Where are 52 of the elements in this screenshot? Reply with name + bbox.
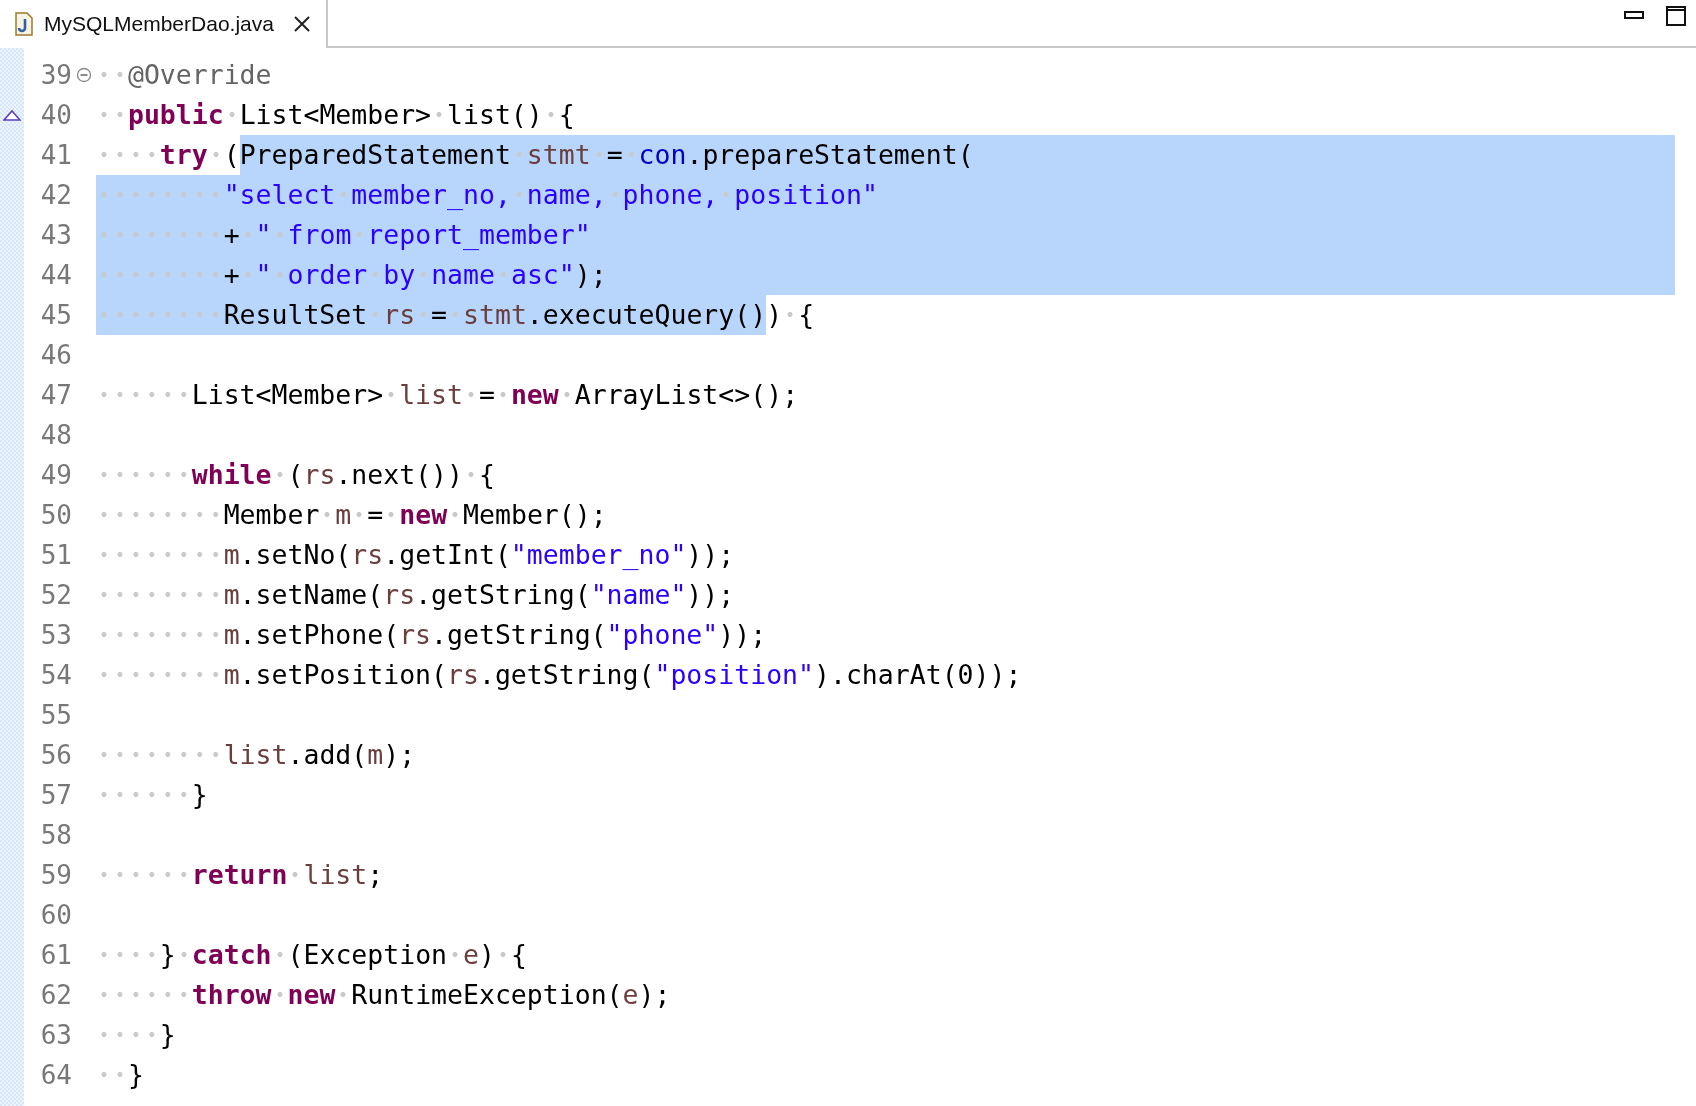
code-line: Member m = new Member(); bbox=[96, 495, 1675, 535]
code-line: @Override bbox=[96, 55, 1675, 95]
code-line: + " order by name asc"); bbox=[96, 255, 1675, 295]
line-number: 39 bbox=[39, 60, 72, 90]
code-line: m.setNo(rs.getInt("member_no")); bbox=[96, 535, 1675, 575]
code-line: return list; bbox=[96, 855, 1675, 895]
code-line: + " from report_member" bbox=[96, 215, 1675, 255]
code-line: } bbox=[96, 1015, 1675, 1055]
line-number: 55 bbox=[39, 700, 72, 730]
line-number: 61 bbox=[39, 940, 72, 970]
line-number: 47 bbox=[39, 380, 72, 410]
line-number: 40 bbox=[39, 100, 72, 130]
code-line: } bbox=[96, 1055, 1675, 1095]
code-line: List<Member> list = new ArrayList<>(); bbox=[96, 375, 1675, 415]
line-number: 46 bbox=[39, 340, 72, 370]
code-line: try (PreparedStatement stmt = con.prepareStatement( bbox=[96, 135, 1675, 175]
java-file-icon bbox=[14, 12, 34, 36]
line-number: 44 bbox=[39, 260, 72, 290]
code-line: m.setPosition(rs.getString("position").charAt(0)); bbox=[96, 655, 1675, 695]
line-number: 64 bbox=[39, 1060, 72, 1090]
line-number: 56 bbox=[39, 740, 72, 770]
code-line: while (rs.next()) { bbox=[96, 455, 1675, 495]
maximize-icon[interactable] bbox=[1666, 6, 1686, 26]
line-number: 52 bbox=[39, 580, 72, 610]
code-line: } catch (Exception e) { bbox=[96, 935, 1675, 975]
line-number: 43 bbox=[39, 220, 72, 250]
line-number: 53 bbox=[39, 620, 72, 650]
line-number: 50 bbox=[39, 500, 72, 530]
line-number: 54 bbox=[39, 660, 72, 690]
line-number: 51 bbox=[39, 540, 72, 570]
collapse-icon[interactable] bbox=[76, 67, 92, 83]
code-line: ResultSet rs = stmt.executeQuery()) { bbox=[96, 295, 1675, 335]
line-number: 58 bbox=[39, 820, 72, 850]
code-line: } bbox=[96, 775, 1675, 815]
line-number: 59 bbox=[39, 860, 72, 890]
line-number: 42 bbox=[39, 180, 72, 210]
minimize-icon[interactable] bbox=[1624, 11, 1644, 21]
code-line: throw new RuntimeException(e); bbox=[96, 975, 1675, 1015]
line-number: 63 bbox=[39, 1020, 72, 1050]
line-number: 60 bbox=[39, 900, 72, 930]
line-number: 48 bbox=[39, 420, 72, 450]
close-icon[interactable] bbox=[291, 14, 312, 34]
line-number: 57 bbox=[39, 780, 72, 810]
code-line: list.add(m); bbox=[96, 735, 1675, 775]
line-number: 45 bbox=[39, 300, 72, 330]
code-line: public List<Member> list() { bbox=[96, 95, 1675, 135]
line-number: 62 bbox=[39, 980, 72, 1010]
code-line: m.setPhone(rs.getString("phone")); bbox=[96, 615, 1675, 655]
line-number: 41 bbox=[39, 140, 72, 170]
code-line: "select member_no, name, phone, position" bbox=[96, 175, 1675, 215]
code-line: m.setName(rs.getString("name")); bbox=[96, 575, 1675, 615]
line-number: 49 bbox=[39, 460, 72, 490]
